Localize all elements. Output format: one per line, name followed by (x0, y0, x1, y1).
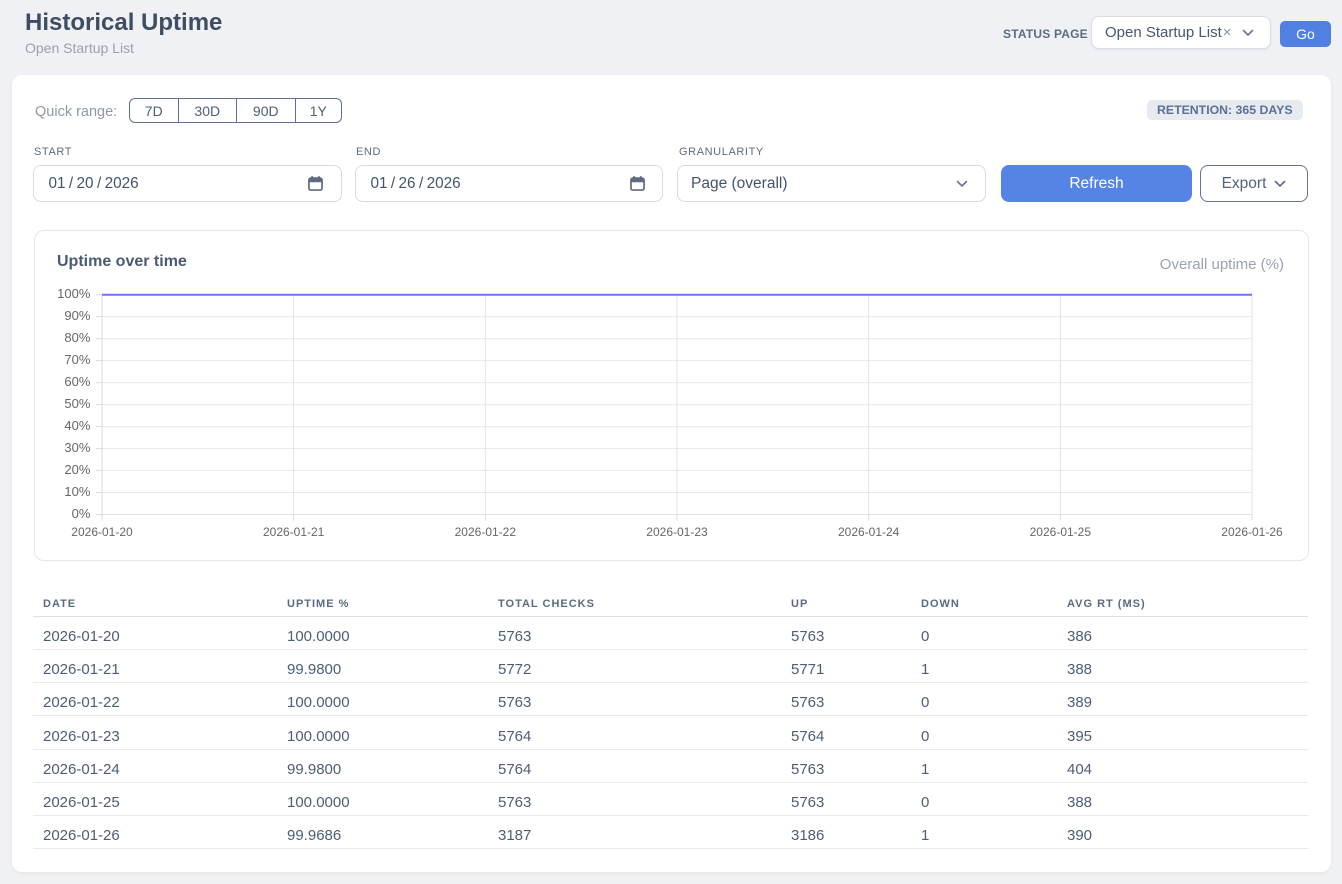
svg-text:2026-01-24: 2026-01-24 (838, 525, 900, 539)
svg-text:2026-01-26: 2026-01-26 (1221, 525, 1283, 539)
svg-text:30%: 30% (64, 440, 90, 455)
svg-text:70%: 70% (64, 352, 90, 367)
svg-text:40%: 40% (64, 418, 90, 433)
svg-text:2026-01-21: 2026-01-21 (263, 525, 325, 539)
svg-text:90%: 90% (64, 308, 90, 323)
svg-text:2026-01-22: 2026-01-22 (455, 525, 517, 539)
svg-text:2026-01-25: 2026-01-25 (1030, 525, 1092, 539)
svg-text:2026-01-20: 2026-01-20 (71, 525, 133, 539)
svg-text:2026-01-23: 2026-01-23 (646, 525, 708, 539)
svg-text:0%: 0% (72, 506, 91, 521)
svg-text:60%: 60% (64, 374, 90, 389)
svg-text:10%: 10% (64, 484, 90, 499)
svg-text:50%: 50% (64, 396, 90, 411)
svg-text:80%: 80% (64, 330, 90, 345)
svg-text:100%: 100% (57, 286, 91, 301)
svg-text:20%: 20% (64, 462, 90, 477)
